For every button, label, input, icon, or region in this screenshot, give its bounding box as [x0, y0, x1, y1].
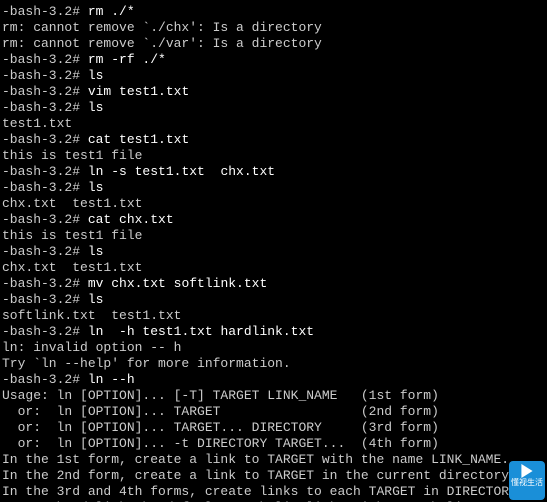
terminal-line: or: ln [OPTION]... TARGET (2nd form) — [2, 404, 545, 420]
command-text: ln --h — [88, 372, 135, 388]
terminal-line: -bash-3.2# rm ./* — [2, 4, 545, 20]
shell-prompt: -bash-3.2# — [2, 212, 88, 228]
output-text: softlink.txt test1.txt — [2, 308, 181, 324]
watermark-text: 懂视生活 — [511, 478, 543, 487]
command-text: vim test1.txt — [88, 84, 189, 100]
output-text: or: ln [OPTION]... TARGET (2nd form) — [2, 404, 439, 420]
output-text: Usage: ln [OPTION]... [-T] TARGET LINK_N… — [2, 388, 439, 404]
terminal-line: this is test1 file — [2, 228, 545, 244]
shell-prompt: -bash-3.2# — [2, 372, 88, 388]
shell-prompt: -bash-3.2# — [2, 68, 88, 84]
command-text: mv chx.txt softlink.txt — [88, 276, 267, 292]
command-text: ln -s test1.txt chx.txt — [88, 164, 275, 180]
output-text: In the 3rd and 4th forms, create links t… — [2, 484, 525, 500]
terminal-line: chx.txt test1.txt — [2, 196, 545, 212]
shell-prompt: -bash-3.2# — [2, 324, 88, 340]
terminal-line: -bash-3.2# mv chx.txt softlink.txt — [2, 276, 545, 292]
terminal-line: test1.txt — [2, 116, 545, 132]
terminal-line: -bash-3.2# ln -h test1.txt hardlink.txt — [2, 324, 545, 340]
command-text: ls — [88, 292, 104, 308]
terminal-line: In the 3rd and 4th forms, create links t… — [2, 484, 545, 500]
terminal-line: or: ln [OPTION]... -t DIRECTORY TARGET..… — [2, 436, 545, 452]
output-text: rm: cannot remove `./var': Is a director… — [2, 36, 322, 52]
terminal-line: -bash-3.2# ls — [2, 100, 545, 116]
output-text: rm: cannot remove `./chx': Is a director… — [2, 20, 322, 36]
shell-prompt: -bash-3.2# — [2, 164, 88, 180]
output-text: or: ln [OPTION]... -t DIRECTORY TARGET..… — [2, 436, 439, 452]
terminal-line: ln: invalid option -- h — [2, 340, 545, 356]
terminal-line: chx.txt test1.txt — [2, 260, 545, 276]
output-text: or: ln [OPTION]... TARGET... DIRECTORY (… — [2, 420, 439, 436]
command-text: cat chx.txt — [88, 212, 174, 228]
terminal-line: -bash-3.2# rm -rf ./* — [2, 52, 545, 68]
terminal-line: In the 2nd form, create a link to TARGET… — [2, 468, 545, 484]
command-text: ls — [88, 180, 104, 196]
output-text: this is test1 file — [2, 228, 142, 244]
terminal-output[interactable]: -bash-3.2# rm ./*rm: cannot remove `./ch… — [0, 0, 547, 502]
output-text: ln: invalid option -- h — [2, 340, 181, 356]
terminal-line: Usage: ln [OPTION]... [-T] TARGET LINK_N… — [2, 388, 545, 404]
terminal-line: softlink.txt test1.txt — [2, 308, 545, 324]
terminal-line: rm: cannot remove `./var': Is a director… — [2, 36, 545, 52]
terminal-line: rm: cannot remove `./chx': Is a director… — [2, 20, 545, 36]
terminal-line: -bash-3.2# ls — [2, 292, 545, 308]
terminal-line: In the 1st form, create a link to TARGET… — [2, 452, 545, 468]
output-text: chx.txt test1.txt — [2, 196, 142, 212]
command-text: ln -h test1.txt hardlink.txt — [88, 324, 314, 340]
terminal-line: this is test1 file — [2, 148, 545, 164]
terminal-line: Try `ln --help' for more information. — [2, 356, 545, 372]
shell-prompt: -bash-3.2# — [2, 180, 88, 196]
output-text: In the 2nd form, create a link to TARGET… — [2, 468, 517, 484]
terminal-line: or: ln [OPTION]... TARGET... DIRECTORY (… — [2, 420, 545, 436]
output-text: Try `ln --help' for more information. — [2, 356, 291, 372]
shell-prompt: -bash-3.2# — [2, 100, 88, 116]
terminal-line: -bash-3.2# cat test1.txt — [2, 132, 545, 148]
command-text: rm -rf ./* — [88, 52, 166, 68]
shell-prompt: -bash-3.2# — [2, 52, 88, 68]
shell-prompt: -bash-3.2# — [2, 4, 88, 20]
command-text: ls — [88, 68, 104, 84]
watermark-logo: 懂视生活 — [509, 461, 545, 500]
output-text: chx.txt test1.txt — [2, 260, 142, 276]
output-text: In the 1st form, create a link to TARGET… — [2, 452, 509, 468]
output-text: test1.txt — [2, 116, 72, 132]
terminal-line: -bash-3.2# ls — [2, 68, 545, 84]
command-text: rm ./* — [88, 4, 135, 20]
command-text: cat test1.txt — [88, 132, 189, 148]
command-text: ls — [88, 100, 104, 116]
shell-prompt: -bash-3.2# — [2, 244, 88, 260]
output-text: this is test1 file — [2, 148, 142, 164]
shell-prompt: -bash-3.2# — [2, 292, 88, 308]
terminal-line: -bash-3.2# ls — [2, 180, 545, 196]
terminal-line: -bash-3.2# ls — [2, 244, 545, 260]
terminal-line: -bash-3.2# ln --h — [2, 372, 545, 388]
terminal-line: -bash-3.2# cat chx.txt — [2, 212, 545, 228]
shell-prompt: -bash-3.2# — [2, 276, 88, 292]
terminal-line: -bash-3.2# vim test1.txt — [2, 84, 545, 100]
shell-prompt: -bash-3.2# — [2, 132, 88, 148]
command-text: ls — [88, 244, 104, 260]
shell-prompt: -bash-3.2# — [2, 84, 88, 100]
terminal-line: -bash-3.2# ln -s test1.txt chx.txt — [2, 164, 545, 180]
